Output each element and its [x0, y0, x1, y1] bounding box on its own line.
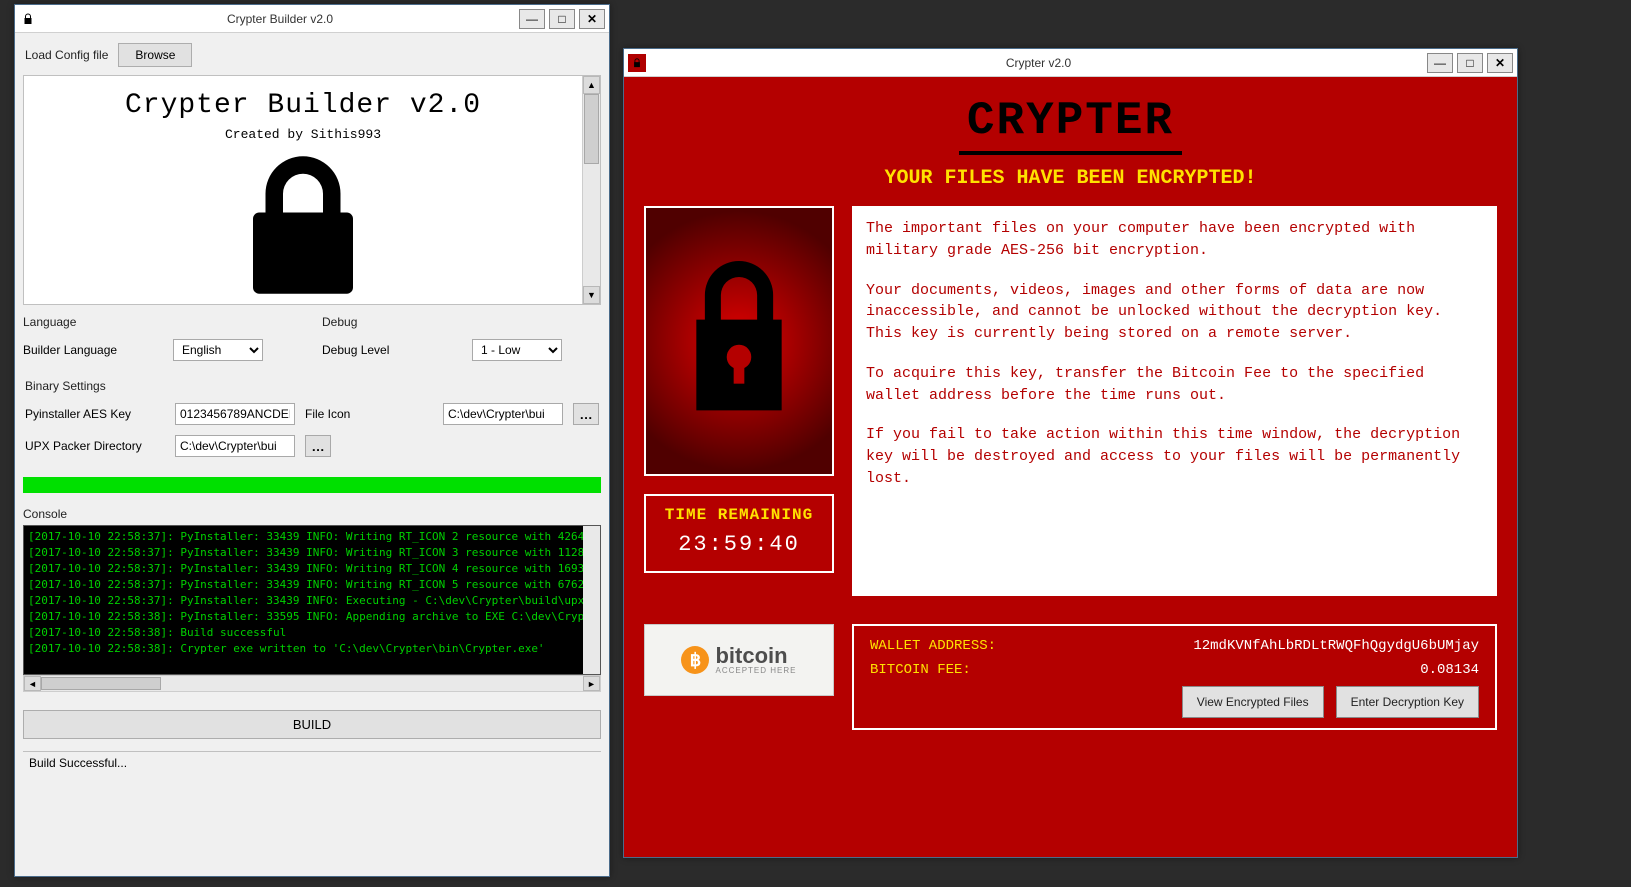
timer-value: 23:59:40: [650, 532, 828, 557]
timer-label: TIME REMAINING: [650, 506, 828, 524]
lock-icon: [19, 10, 37, 28]
minimize-button[interactable]: —: [519, 9, 545, 29]
header-author: Created by Sithis993: [24, 127, 582, 142]
bitcoin-icon: ฿: [681, 646, 709, 674]
close-button[interactable]: ✕: [579, 9, 605, 29]
debug-level-label: Debug Level: [322, 343, 462, 357]
status-bar: Build Successful...: [23, 751, 601, 774]
console-output: [2017-10-10 22:58:37]: PyInstaller: 3343…: [23, 525, 601, 675]
wallet-box: WALLET ADDRESS: 12mdKVNfAhLbRDLtRWQFhQgy…: [852, 624, 1497, 730]
progress-bar: [23, 477, 601, 493]
builder-titlebar: Crypter Builder v2.0 — □ ✕: [15, 5, 609, 33]
console-scrollbar-h[interactable]: ◄ ►: [23, 675, 601, 692]
file-icon-browse-button[interactable]: …: [573, 403, 599, 425]
builder-title: Crypter Builder v2.0: [41, 12, 519, 26]
ransom-titlebar: Crypter v2.0 — □ ✕: [624, 49, 1517, 77]
builder-window: Crypter Builder v2.0 — □ ✕ Load Config f…: [14, 4, 610, 877]
console-scrollbar-v[interactable]: [583, 526, 600, 674]
browse-button[interactable]: Browse: [118, 43, 192, 67]
upx-input[interactable]: [175, 435, 295, 457]
upx-browse-button[interactable]: …: [305, 435, 331, 457]
maximize-button[interactable]: □: [1457, 53, 1483, 73]
wallet-address-label: WALLET ADDRESS:: [870, 638, 996, 654]
aes-key-input[interactable]: [175, 403, 295, 425]
minimize-button[interactable]: —: [1427, 53, 1453, 73]
bitcoin-badge: ฿ bitcoin ACCEPTED HERE: [644, 624, 834, 696]
enter-decryption-key-button[interactable]: Enter Decryption Key: [1336, 686, 1479, 718]
ransom-message: The important files on your computer hav…: [852, 206, 1497, 596]
aes-key-label: Pyinstaller AES Key: [25, 407, 165, 421]
ransom-subtitle: YOUR FILES HAVE BEEN ENCRYPTED!: [644, 167, 1497, 190]
debug-level-select[interactable]: 1 - Low: [472, 339, 562, 361]
maximize-button[interactable]: □: [549, 9, 575, 29]
file-icon-input[interactable]: [443, 403, 563, 425]
file-icon-label: File Icon: [305, 407, 375, 421]
close-button[interactable]: ✕: [1487, 53, 1513, 73]
wallet-address-value: 12mdKVNfAhLbRDLtRWQFhQgydgU6bUMjay: [1193, 638, 1479, 654]
view-encrypted-files-button[interactable]: View Encrypted Files: [1182, 686, 1324, 718]
lock-icon: [628, 54, 646, 72]
bitcoin-fee-label: BITCOIN FEE:: [870, 662, 971, 678]
ransom-lock-card: [644, 206, 834, 476]
builder-language-select[interactable]: English: [173, 339, 263, 361]
binary-settings-label: Binary Settings: [25, 379, 599, 393]
upx-label: UPX Packer Directory: [25, 439, 165, 453]
ransom-title: Crypter v2.0: [650, 56, 1427, 70]
ransom-window: Crypter v2.0 — □ ✕ CRYPTER YOUR FILES HA…: [623, 48, 1518, 858]
builder-language-label: Builder Language: [23, 343, 163, 357]
header-card: Crypter Builder v2.0 Created by Sithis99…: [23, 75, 601, 305]
ransom-brand: CRYPTER: [959, 95, 1182, 155]
load-config-label: Load Config file: [25, 48, 108, 62]
bitcoin-fee-value: 0.08134: [1420, 662, 1479, 678]
timer-card: TIME REMAINING 23:59:40: [644, 494, 834, 573]
build-button[interactable]: BUILD: [23, 710, 601, 739]
header-title: Crypter Builder v2.0: [24, 90, 582, 121]
language-section-label: Language: [23, 315, 302, 329]
console-label: Console: [23, 507, 601, 521]
header-scrollbar[interactable]: ▲ ▼: [582, 76, 600, 304]
debug-section-label: Debug: [322, 315, 601, 329]
lock-icon: [24, 150, 582, 304]
